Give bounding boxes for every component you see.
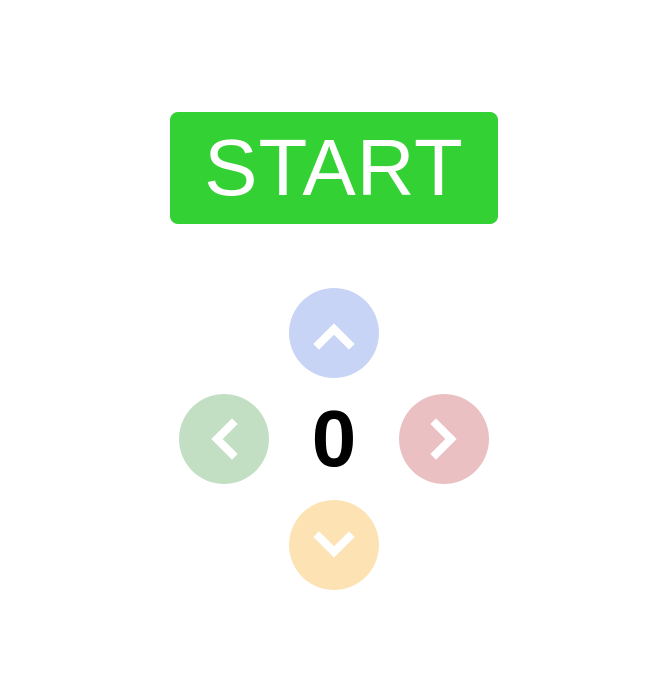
chevron-left-icon — [179, 394, 269, 484]
right-button[interactable] — [399, 394, 489, 484]
down-button[interactable] — [289, 500, 379, 590]
chevron-right-icon — [399, 394, 489, 484]
game-stage: START 0 — [0, 0, 670, 678]
left-button[interactable] — [179, 394, 269, 484]
up-button[interactable] — [289, 288, 379, 378]
chevron-down-icon — [289, 500, 379, 590]
chevron-up-icon — [289, 288, 379, 378]
score-display: 0 — [311, 394, 357, 483]
start-button[interactable]: START — [170, 112, 498, 224]
